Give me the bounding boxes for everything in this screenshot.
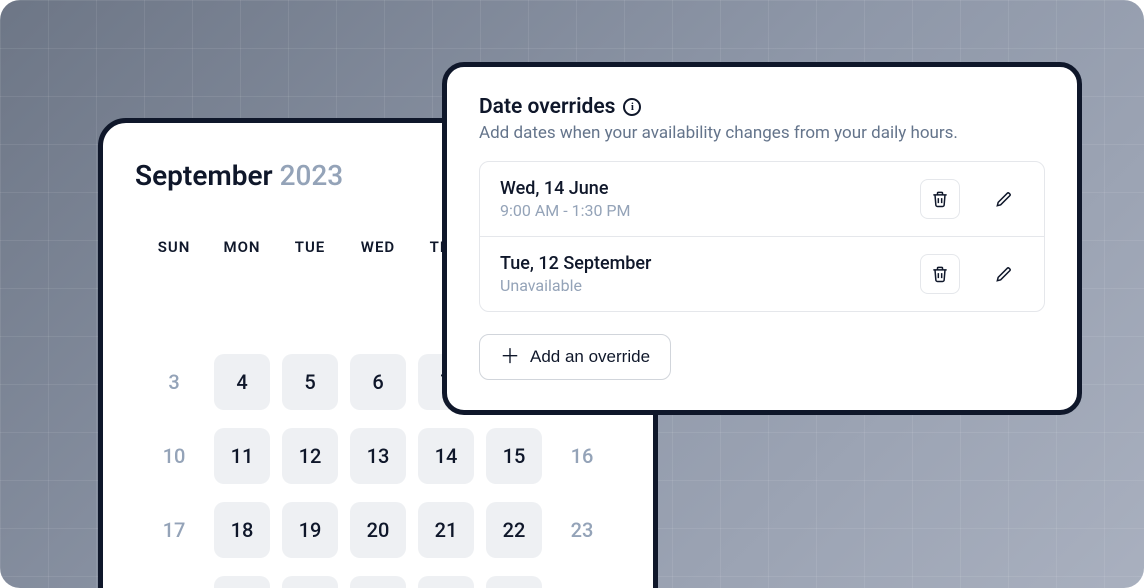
calendar-dow: WED — [349, 238, 407, 262]
calendar-dow: TUE — [281, 238, 339, 262]
override-date: Tue, 12 September — [500, 253, 651, 274]
calendar-day[interactable]: 27 — [350, 576, 406, 588]
calendar-day: 24 — [146, 576, 202, 588]
calendar-day[interactable]: 14 — [418, 428, 474, 484]
calendar-day: 17 — [146, 502, 202, 558]
plus-icon: ＋ — [500, 347, 520, 367]
calendar-day: 30 — [554, 576, 610, 588]
calendar-day[interactable]: 5 — [282, 354, 338, 410]
calendar-month: September — [135, 159, 273, 192]
calendar-day[interactable]: 6 — [350, 354, 406, 410]
calendar-day[interactable]: 22 — [486, 502, 542, 558]
override-time: 9:00 AM - 1:30 PM — [500, 201, 630, 220]
calendar-day: 3 — [146, 354, 202, 410]
trash-icon — [930, 189, 950, 209]
date-overrides-card: Date overrides i Add dates when your ava… — [442, 62, 1082, 415]
calendar-day[interactable]: 15 — [486, 428, 542, 484]
delete-button[interactable] — [920, 179, 960, 219]
edit-button[interactable] — [984, 254, 1024, 294]
calendar-day[interactable]: 21 — [418, 502, 474, 558]
calendar-day: 16 — [554, 428, 610, 484]
delete-button[interactable] — [920, 254, 960, 294]
calendar-dow: SUN — [145, 238, 203, 262]
calendar-day[interactable]: 4 — [214, 354, 270, 410]
add-override-button[interactable]: ＋ Add an override — [479, 334, 671, 380]
calendar-dow: MON — [213, 238, 271, 262]
calendar-day[interactable]: 12 — [282, 428, 338, 484]
override-time: Unavailable — [500, 276, 651, 295]
calendar-day[interactable]: 13 — [350, 428, 406, 484]
calendar-day: 23 — [554, 502, 610, 558]
pencil-icon — [994, 189, 1014, 209]
calendar-day[interactable]: 18 — [214, 502, 270, 558]
calendar-day[interactable]: 26 — [282, 576, 338, 588]
info-icon[interactable]: i — [623, 98, 641, 116]
calendar-day[interactable]: 28 — [418, 576, 474, 588]
overrides-list: Wed, 14 June 9:00 AM - 1:30 PM Tue, 12 S… — [479, 161, 1045, 312]
overrides-title: Date overrides — [479, 95, 615, 119]
calendar-day[interactable]: 25 — [214, 576, 270, 588]
calendar-year: 2023 — [280, 159, 344, 192]
override-item: Wed, 14 June 9:00 AM - 1:30 PM — [480, 162, 1044, 237]
override-date: Wed, 14 June — [500, 178, 630, 199]
calendar-day[interactable]: 11 — [214, 428, 270, 484]
edit-button[interactable] — [984, 179, 1024, 219]
calendar-day[interactable]: 19 — [282, 502, 338, 558]
stage: September 2023 SUNMONTUEWEDTHUFRISAT 345… — [0, 0, 1144, 588]
override-item: Tue, 12 September Unavailable — [480, 237, 1044, 311]
pencil-icon — [994, 264, 1014, 284]
trash-icon — [930, 264, 950, 284]
calendar-day: 10 — [146, 428, 202, 484]
calendar-day[interactable]: 29 — [486, 576, 542, 588]
add-override-label: Add an override — [530, 347, 650, 367]
overrides-subtitle: Add dates when your availability changes… — [479, 123, 1045, 143]
calendar-day[interactable]: 20 — [350, 502, 406, 558]
